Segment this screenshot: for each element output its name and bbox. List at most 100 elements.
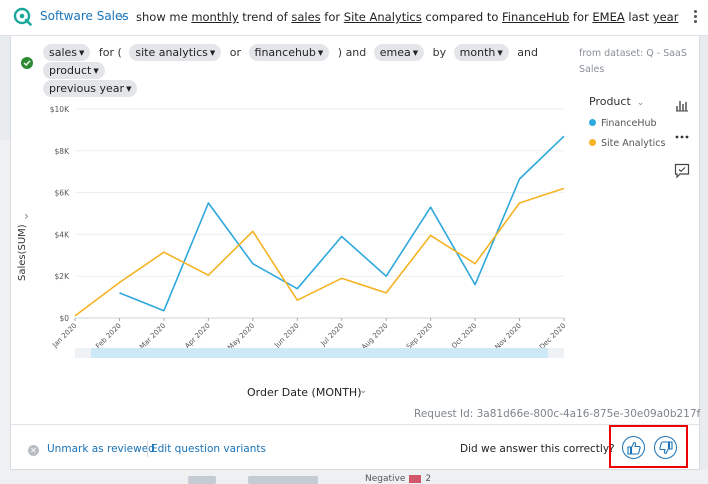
thumbs-down-icon (658, 440, 673, 454)
x-axis-label[interactable]: Order Date (MONTH) (247, 386, 362, 399)
thumbs-up-icon (626, 441, 641, 455)
y-axis-label: Sales(SUM) (17, 224, 28, 281)
query-keyword[interactable]: Site Analytics (344, 10, 422, 24)
chevron-down-icon[interactable]: ⌄ (118, 10, 126, 21)
background-bar (188, 476, 216, 484)
legend-dot (589, 119, 596, 126)
filter-connector: and (517, 46, 538, 59)
filter-pill-previous-year[interactable]: previous year ▼ (43, 80, 138, 97)
divider (147, 441, 148, 457)
filter-pill-label: financehub (254, 46, 316, 59)
query-keyword[interactable]: EMEA (592, 10, 624, 24)
more-menu-icon[interactable] (690, 8, 700, 28)
background-negative-label: Negative (365, 474, 406, 484)
y-tick-label: $10K (50, 105, 70, 114)
query-text-part: trend of (238, 10, 292, 24)
filter-pill-label: site analytics (135, 46, 208, 59)
legend-dot (589, 139, 596, 146)
x-tick-label: Jan 2020 (50, 322, 78, 350)
filter-connector: by (432, 46, 447, 59)
x-tick-label: Jun 2020 (272, 322, 300, 350)
thumbs-up-button[interactable] (622, 436, 645, 459)
x-tick-label: Dec 2020 (538, 322, 567, 351)
x-tick-label: Apr 2020 (183, 322, 211, 350)
request-id: Request Id: 3a81d66e-800c-4a16-875e-30e0… (414, 408, 701, 420)
caret-down-icon: ▼ (209, 49, 216, 57)
caret-down-icon: ▼ (317, 49, 324, 57)
filter-pill-product[interactable]: product ▼ (43, 62, 105, 79)
caret-down-icon: ▼ (412, 49, 419, 57)
query-text-part: show me (136, 10, 192, 24)
check-circle-icon (21, 57, 33, 69)
x-tick-label: Feb 2020 (94, 322, 123, 351)
query-text-part: for (569, 10, 593, 24)
x-tick-label: Jul 2020 (319, 322, 346, 349)
filter-pill-label: product (49, 64, 92, 77)
query-keyword[interactable]: monthly (191, 10, 238, 24)
legend-item-label: FinanceHub (601, 118, 657, 129)
caret-down-icon: ▼ (497, 49, 503, 57)
y-tick-label: $6K (55, 189, 71, 198)
background-legend: Negative 2 (365, 474, 431, 484)
y-tick-label: $4K (55, 230, 71, 239)
filter-pill-label: previous year (49, 82, 125, 95)
background-bar (248, 476, 318, 484)
query-keyword[interactable]: sales (291, 10, 320, 24)
x-tick-label: Sep 2020 (405, 322, 434, 351)
y-tick-label: $2K (55, 272, 71, 281)
answer-panel: sales ▼ for ( site analytics ▼ or financeh… (10, 36, 700, 470)
filter-pill-label: sales (49, 46, 78, 59)
dataset-label: from dataset: Q - SaaS Sales (579, 48, 687, 75)
q-logo-icon (13, 7, 32, 26)
series-line-site-analytics (74, 187, 565, 317)
filter-pill-site-analytics[interactable]: site analytics ▼ (129, 44, 222, 61)
query-text-part: for (320, 10, 344, 24)
feedback-icon[interactable] (669, 158, 695, 184)
filter-pill-label: emea (379, 46, 411, 59)
x-tick-label: Aug 2020 (360, 322, 389, 351)
chevron-down-icon[interactable]: ⌄ (637, 98, 645, 108)
query-bar: Software Sales ⌄ show me monthly trend o… (0, 0, 708, 36)
more-options-icon[interactable] (669, 124, 695, 150)
filter-pill-month[interactable]: month ▼ (453, 44, 509, 61)
filter-pill-label: month (459, 46, 496, 59)
query-keyword[interactable]: year (653, 10, 679, 24)
legend-item[interactable]: Site Analytics (589, 134, 679, 154)
x-tick-label: Oct 2020 (450, 322, 478, 350)
thumbs-down-button[interactable] (654, 436, 677, 459)
chart-type-icon[interactable] (669, 92, 695, 118)
filter-connector: for ( (98, 46, 122, 59)
background-app (0, 140, 10, 470)
caret-down-icon: ▼ (93, 67, 99, 75)
filter-pill-financehub[interactable]: financehub ▼ (248, 44, 330, 61)
legend-title[interactable]: Product ⌄ (589, 95, 679, 108)
filter-connector: ) and (337, 46, 367, 59)
y-tick-label: $0 (59, 314, 69, 323)
series-line-financehub (119, 135, 565, 312)
legend: Product ⌄ FinanceHub Site Analytics (589, 95, 679, 154)
chevron-down-icon[interactable]: ⌄ (359, 385, 367, 396)
range-slider-selection (91, 348, 548, 358)
filter-pill-emea[interactable]: emea ▼ (373, 44, 425, 61)
x-tick-label: Nov 2020 (493, 322, 522, 351)
topic-selector[interactable]: Software Sales (40, 9, 129, 23)
background-app-bottom (0, 470, 708, 484)
line-chart: $0 $2K $4K $6K $8K $10K Jan 2020 Feb 2020 Mar 20… (50, 105, 567, 358)
legend-title-text: Product (589, 95, 631, 108)
legend-item[interactable]: FinanceHub (589, 114, 679, 134)
x-tick-label: May 2020 (226, 322, 256, 352)
edit-question-variants-link[interactable]: Edit question variants (151, 443, 266, 455)
chevron-left-icon[interactable]: › (24, 209, 29, 223)
background-negative-swatch (409, 474, 422, 483)
unmark-reviewed-link[interactable]: Unmark as reviewed (47, 443, 155, 455)
close-circle-icon[interactable]: ✕ (28, 445, 39, 456)
x-tick-label: Mar 2020 (138, 322, 167, 351)
feedback-question: Did we answer this correctly? (460, 443, 615, 455)
filter-pill-sales[interactable]: sales ▼ (43, 44, 91, 61)
question-text[interactable]: show me monthly trend of sales for Site … (136, 10, 678, 24)
query-keyword[interactable]: FinanceHub (502, 10, 569, 24)
filter-connector: or (229, 46, 242, 59)
background-negative-value: 2 (425, 474, 432, 484)
y-tick-label: $8K (55, 147, 71, 156)
caret-down-icon: ▼ (126, 85, 132, 93)
